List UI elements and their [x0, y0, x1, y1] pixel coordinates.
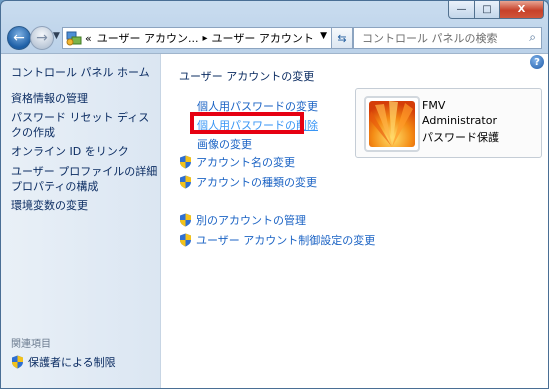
shield-icon	[180, 175, 191, 189]
sidebar-manage-credentials[interactable]: 資格情報の管理	[11, 91, 88, 106]
search-input[interactable]	[360, 30, 524, 46]
manage-other-account-link[interactable]: 別のアカウントの管理	[179, 212, 306, 228]
close-button[interactable]: X	[500, 1, 544, 19]
address-bar[interactable]: « ユーザー アカウン... ▸ ユーザー アカウント ▼	[62, 27, 332, 49]
related-items-heading: 関連項目	[11, 339, 51, 350]
manage-other-account-label[interactable]: 別のアカウントの管理	[196, 212, 306, 228]
change-account-name-link[interactable]: アカウント名の変更	[179, 154, 295, 170]
user-name: FMV	[422, 99, 446, 112]
navigation-bar: ← → ▼ « ユーザー アカウン... ▸ ユーザー アカウント ▼ ⇆ ⌕	[1, 23, 548, 53]
search-icon[interactable]: ⌕	[529, 30, 536, 45]
forward-arrow-icon[interactable]: →	[30, 26, 54, 50]
maximize-button[interactable]: □	[475, 1, 500, 19]
search-box[interactable]: ⌕	[353, 27, 542, 49]
shield-icon	[12, 355, 23, 369]
content-area: コントロール パネル ホーム 資格情報の管理 パスワード リセット ディスクの作…	[1, 53, 548, 388]
control-panel-window: — □ X ← → ▼ « ユーザー アカウン... ▸ ユーザー アカウント …	[0, 0, 549, 389]
shield-icon	[180, 213, 191, 227]
page-title: ユーザー アカウントの変更	[179, 70, 315, 83]
breadcrumb-separator-icon[interactable]: ▸	[203, 33, 208, 44]
highlight-box	[190, 112, 304, 134]
help-icon[interactable]: ?	[530, 55, 544, 69]
back-arrow-icon[interactable]: ←	[7, 26, 31, 50]
uac-settings-label[interactable]: ユーザー アカウント制御設定の変更	[196, 232, 375, 248]
change-account-type-label[interactable]: アカウントの種類の変更	[196, 174, 317, 190]
breadcrumb-prefix[interactable]: «	[85, 32, 92, 45]
shield-icon	[180, 155, 191, 169]
sidebar-control-panel-home[interactable]: コントロール パネル ホーム	[11, 64, 150, 80]
sidebar: コントロール パネル ホーム 資格情報の管理 パスワード リセット ディスクの作…	[1, 54, 161, 388]
main-panel: ? ユーザー アカウントの変更 個人用パスワードの変更 個人用パスワードの削除 …	[161, 54, 548, 388]
user-account-card: FMV Administrator パスワード保護	[355, 88, 542, 158]
address-dropdown-icon[interactable]: ▼	[320, 31, 327, 41]
sidebar-password-reset-disk[interactable]: パスワード リセット ディスクの作成	[11, 110, 159, 140]
sidebar-environment-variables[interactable]: 環境変数の変更	[11, 198, 88, 213]
flower-icon	[369, 101, 415, 147]
window-controls: — □ X	[448, 1, 544, 19]
sidebar-link-online-id[interactable]: オンライン ID をリンク	[11, 144, 129, 159]
refresh-icon: ⇆	[337, 31, 347, 45]
control-panel-icon	[66, 31, 82, 46]
parental-controls-label[interactable]: 保護者による制限	[28, 354, 116, 370]
shield-icon	[180, 233, 191, 247]
breadcrumb-user-accounts[interactable]: ユーザー アカウント	[212, 30, 314, 46]
user-picture	[364, 96, 420, 152]
title-bar: — □ X	[1, 1, 548, 23]
breadcrumb-user-accounts-parent[interactable]: ユーザー アカウン...	[97, 30, 199, 46]
sidebar-parental-controls[interactable]: 保護者による制限	[11, 354, 116, 370]
flower-petals-icon	[369, 101, 413, 147]
refresh-button[interactable]: ⇆	[331, 27, 353, 49]
change-account-type-link[interactable]: アカウントの種類の変更	[179, 174, 317, 190]
change-account-name-label[interactable]: アカウント名の変更	[196, 154, 295, 170]
history-dropdown-icon[interactable]: ▼	[53, 31, 60, 41]
user-password-status: パスワード保護	[422, 131, 499, 144]
user-role: Administrator	[422, 114, 497, 127]
change-picture-link[interactable]: 画像の変更	[197, 136, 252, 152]
uac-settings-link[interactable]: ユーザー アカウント制御設定の変更	[179, 232, 375, 248]
sidebar-profile-properties[interactable]: ユーザー プロファイルの詳細プロパティの構成	[11, 164, 159, 194]
minimize-button[interactable]: —	[448, 1, 475, 19]
